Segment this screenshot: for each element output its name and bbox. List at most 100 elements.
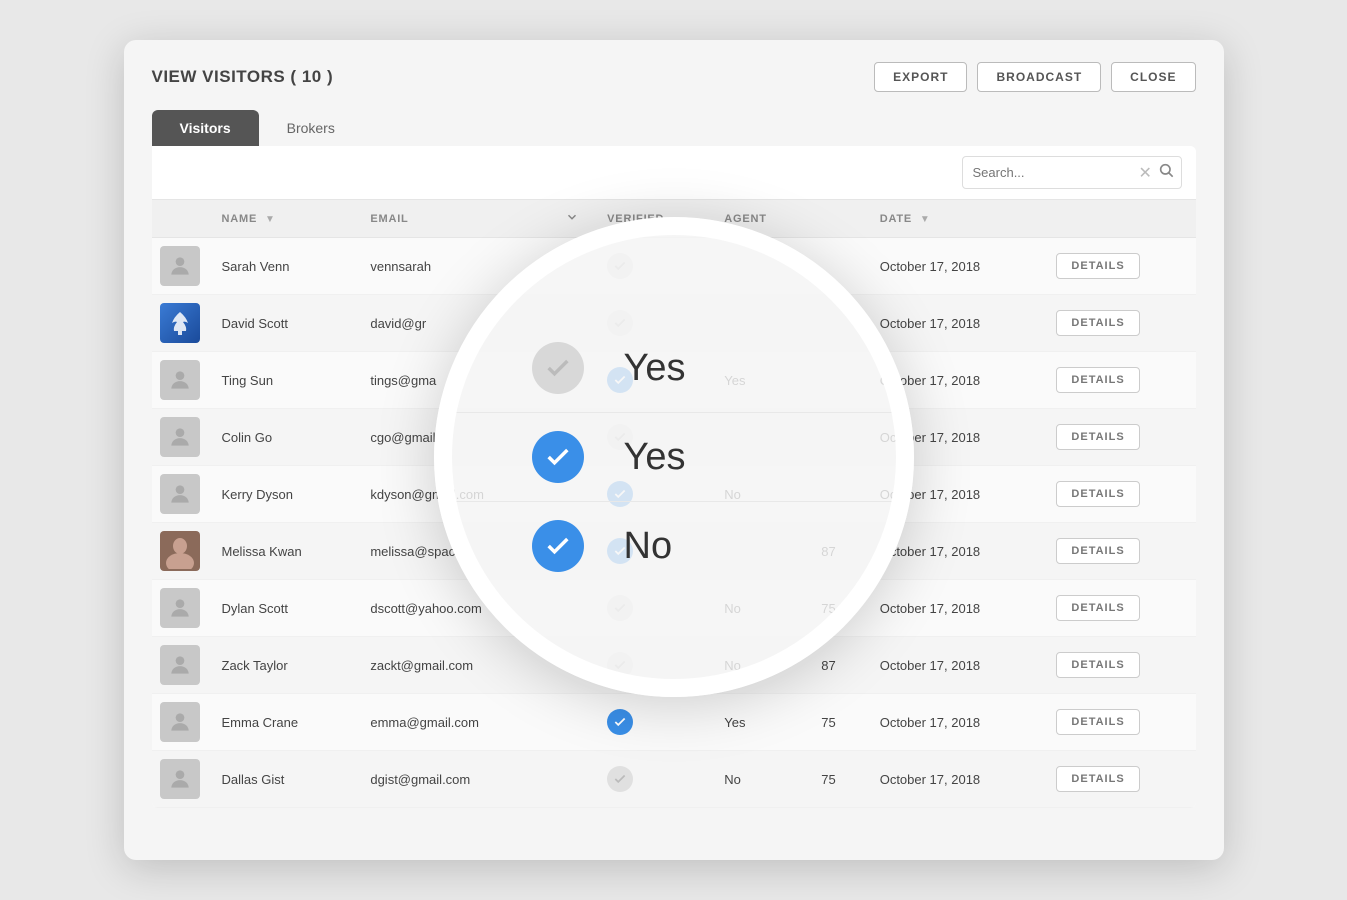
cell-agent xyxy=(710,523,807,580)
cell-verified xyxy=(593,352,710,409)
col-date[interactable]: DATE ▼ xyxy=(866,200,1043,238)
cell-actions: DETAILS xyxy=(1042,352,1195,409)
cell-email: cgo@gmail.co xyxy=(356,409,551,466)
verified-check xyxy=(607,652,633,678)
avatar-placeholder xyxy=(160,759,200,799)
cell-avatar xyxy=(152,466,208,523)
avatar-placeholder xyxy=(160,246,200,286)
cell-agent: Yes xyxy=(710,694,807,751)
details-button[interactable]: DETAILS xyxy=(1056,367,1139,393)
table-row: Dallas Gist dgist@gmail.com No 75 Octobe… xyxy=(152,751,1196,808)
details-button[interactable]: DETAILS xyxy=(1056,538,1139,564)
cell-chevron xyxy=(551,694,593,751)
verified-check xyxy=(607,367,633,393)
table-row: Emma Crane emma@gmail.com Yes 75 October… xyxy=(152,694,1196,751)
cell-chevron xyxy=(551,295,593,352)
cell-agent: No xyxy=(710,580,807,637)
col-email: EMAIL xyxy=(356,200,551,238)
cell-agent: No xyxy=(710,751,807,808)
cell-chevron xyxy=(551,466,593,523)
cell-chevron xyxy=(551,580,593,637)
avatar-person xyxy=(160,531,200,571)
close-button[interactable]: CLOSE xyxy=(1111,62,1195,92)
tab-brokers[interactable]: Brokers xyxy=(259,110,363,146)
cell-avatar xyxy=(152,694,208,751)
cell-email: dgist@gmail.com xyxy=(356,751,551,808)
table-row: Dylan Scott dscott@yahoo.com No 75 Octob… xyxy=(152,580,1196,637)
cell-date: October 17, 2018 xyxy=(866,238,1043,295)
verified-check xyxy=(607,424,633,450)
cell-verified xyxy=(593,751,710,808)
cell-name: Emma Crane xyxy=(208,694,357,751)
cell-score xyxy=(807,409,865,466)
modal-container: VIEW VISITORS ( 10 ) EXPORT BROADCAST CL… xyxy=(124,40,1224,860)
details-button[interactable]: DETAILS xyxy=(1056,481,1139,507)
modal-title: VIEW VISITORS ( 10 ) xyxy=(152,67,334,87)
cell-date: October 17, 2018 xyxy=(866,637,1043,694)
table-body: Sarah Venn vennsarah October 17, 2018 DE… xyxy=(152,238,1196,808)
export-button[interactable]: EXPORT xyxy=(874,62,967,92)
col-agent: AGENT xyxy=(710,200,807,238)
cell-agent: No xyxy=(710,637,807,694)
col-chevron xyxy=(551,200,593,238)
cell-avatar xyxy=(152,523,208,580)
tab-visitors[interactable]: Visitors xyxy=(152,110,259,146)
details-button[interactable]: DETAILS xyxy=(1056,766,1139,792)
cell-date: October 17, 2018 xyxy=(866,694,1043,751)
search-clear-icon[interactable]: ✕ xyxy=(1139,163,1152,183)
verified-check xyxy=(607,709,633,735)
table-wrapper: ✕ NAME ▼ EMAIL xyxy=(152,146,1196,808)
verified-check xyxy=(607,766,633,792)
avatar-placeholder xyxy=(160,588,200,628)
cell-email: zackt@gmail.com xyxy=(356,637,551,694)
details-button[interactable]: DETAILS xyxy=(1056,310,1139,336)
cell-name: Dallas Gist xyxy=(208,751,357,808)
details-button[interactable]: DETAILS xyxy=(1056,652,1139,678)
cell-email: vennsarah xyxy=(356,238,551,295)
search-input[interactable] xyxy=(973,165,1133,180)
table-header-row: NAME ▼ EMAIL VERIFIED AGENT DATE ▼ xyxy=(152,200,1196,238)
cell-actions: DETAILS xyxy=(1042,523,1195,580)
avatar-placeholder xyxy=(160,702,200,742)
verified-check xyxy=(607,595,633,621)
details-button[interactable]: DETAILS xyxy=(1056,709,1139,735)
cell-avatar xyxy=(152,751,208,808)
broadcast-button[interactable]: BROADCAST xyxy=(977,62,1101,92)
cell-name: Sarah Venn xyxy=(208,238,357,295)
modal-header: VIEW VISITORS ( 10 ) EXPORT BROADCAST CL… xyxy=(124,40,1224,110)
search-submit-icon[interactable] xyxy=(1158,162,1174,183)
cell-actions: DETAILS xyxy=(1042,409,1195,466)
cell-verified xyxy=(593,580,710,637)
cell-score: 87 xyxy=(807,637,865,694)
details-button[interactable]: DETAILS xyxy=(1056,595,1139,621)
col-avatar xyxy=(152,200,208,238)
cell-score: 75 xyxy=(807,580,865,637)
cell-date: October 17, 2018 xyxy=(866,295,1043,352)
table-row: David Scott david@gr October 17, 2018 DE… xyxy=(152,295,1196,352)
table-row: Colin Go cgo@gmail.co October 17, 2018 D… xyxy=(152,409,1196,466)
cell-score xyxy=(807,466,865,523)
cell-email: dscott@yahoo.com xyxy=(356,580,551,637)
cell-name: David Scott xyxy=(208,295,357,352)
cell-name: Dylan Scott xyxy=(208,580,357,637)
cell-chevron xyxy=(551,751,593,808)
cell-date: October 17, 2018 xyxy=(866,466,1043,523)
details-button[interactable]: DETAILS xyxy=(1056,424,1139,450)
avatar-tree xyxy=(160,303,200,343)
cell-verified xyxy=(593,409,710,466)
cell-email: melissa@spac.io xyxy=(356,523,551,580)
search-row: ✕ xyxy=(152,146,1196,200)
cell-verified xyxy=(593,694,710,751)
col-name[interactable]: NAME ▼ xyxy=(208,200,357,238)
avatar-placeholder xyxy=(160,417,200,457)
avatar-placeholder xyxy=(160,360,200,400)
cell-chevron xyxy=(551,352,593,409)
verified-check xyxy=(607,253,633,279)
cell-avatar xyxy=(152,637,208,694)
avatar-placeholder xyxy=(160,474,200,514)
details-button[interactable]: DETAILS xyxy=(1056,253,1139,279)
cell-agent: No xyxy=(710,466,807,523)
cell-score: 87 xyxy=(807,523,865,580)
cell-verified xyxy=(593,637,710,694)
cell-score xyxy=(807,352,865,409)
